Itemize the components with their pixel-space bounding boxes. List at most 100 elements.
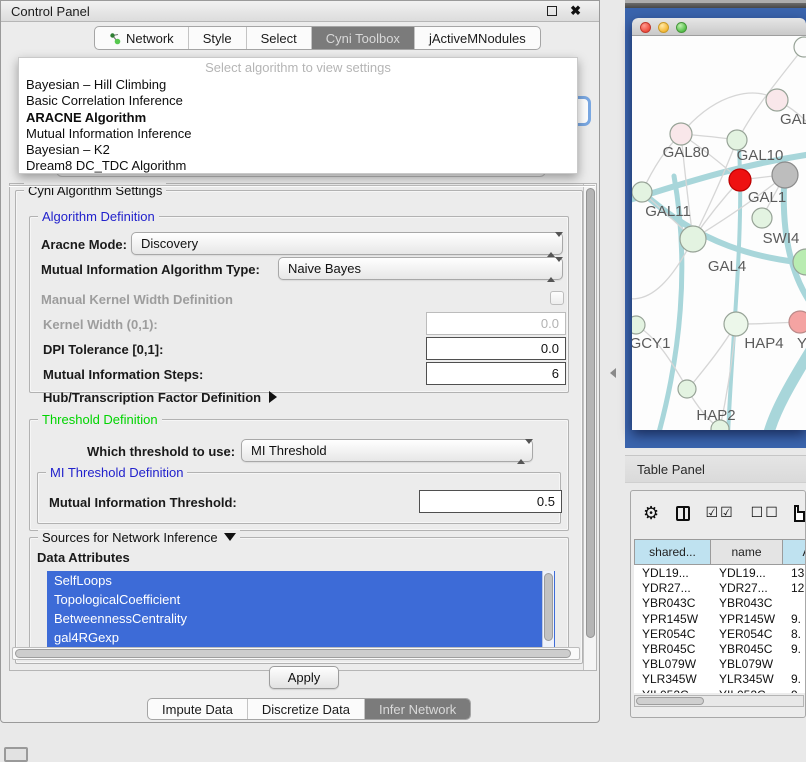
mi-threshold-field[interactable]: 0.5 [419,490,562,513]
minimize-traffic-light-icon[interactable] [658,22,669,33]
table-cell: 9. [783,611,806,626]
algorithm-option[interactable]: Dream8 DC_TDC Algorithm [19,158,577,174]
table-row[interactable]: YIL052CYIL052C9. [634,687,806,694]
tab-style[interactable]: Style [189,27,247,49]
network-node[interactable] [772,162,798,188]
network-node[interactable] [678,380,696,398]
table-cell: YBR045C [634,641,711,656]
network-node-label: GCY1 [632,335,670,352]
table-row[interactable]: YPR145WYPR145W9. [634,611,806,626]
manual-kernel-label: Manual Kernel Width Definition [41,292,233,307]
data-attributes-list[interactable]: SelfLoopsTopologicalCoefficientBetweenne… [47,571,555,647]
network-node-label: Y [797,335,806,352]
algorithm-option[interactable]: ARACNE Algorithm [19,110,577,126]
network-edge[interactable] [681,93,777,134]
attribute-item[interactable]: TopologicalCoefficient [47,590,555,609]
unchecked-boxes-icon[interactable]: ☐☐ [751,505,780,521]
attribute-item[interactable]: BetweennessCentrality [47,609,555,628]
table-row[interactable]: YDL19...YDL19...13 [634,565,806,580]
minimized-panel-icon[interactable] [4,747,28,762]
network-edge[interactable] [784,186,806,308]
column-header[interactable]: shared... [634,539,711,565]
tab-label: Select [261,31,297,46]
float-icon[interactable] [547,6,557,16]
network-node-label: GAL11 [645,203,691,220]
expanded-arrow-icon [224,533,236,541]
network-node[interactable] [680,226,706,252]
algorithm-option[interactable]: Mutual Information Inference [19,126,577,142]
network-node[interactable] [632,316,645,334]
which-threshold-combo[interactable]: MI Threshold [241,439,533,462]
algorithm-option[interactable]: Bayesian – Hill Climbing [19,77,577,93]
tab-select[interactable]: Select [247,27,312,49]
table-horizontal-scrollbar[interactable] [634,695,804,707]
table-header-row: shared...nameA [634,539,806,565]
which-threshold-label: Which threshold to use: [87,444,235,459]
settings-vertical-scrollbar[interactable] [583,184,596,670]
sources-group-title[interactable]: Sources for Network Inference [38,530,240,545]
settings-horizontal-scrollbar[interactable] [12,647,580,660]
table-row[interactable]: YBL079WYBL079W [634,656,806,671]
network-node[interactable] [670,123,692,145]
network-edge[interactable] [768,342,806,430]
gear-icon[interactable]: ⚙ [643,503,659,524]
algorithm-option[interactable]: Basic Correlation Inference [19,93,577,109]
mi-steps-field[interactable]: 6 [426,362,566,385]
attributes-list-scrollbar[interactable] [542,571,554,647]
network-node[interactable] [789,311,806,333]
network-node[interactable] [766,89,788,111]
table-cell: YIL052C [634,687,711,694]
threshold-definition-title: Threshold Definition [38,412,162,427]
manual-kernel-checkbox[interactable] [550,291,564,305]
network-canvas[interactable]: GALGAL80GAL10GAL1GAL11SWI4GAL4GCY1HAP4YH… [632,36,806,430]
screenshot-root: Control Panel ✖ NetworkStyle Select Cyni T… [0,0,806,762]
hub-definition-toggle[interactable]: Hub/Transcription Factor Definition [43,390,277,405]
table-row[interactable]: YBR043CYBR043C [634,595,806,610]
kernel-width-label: Kernel Width (0,1): [43,317,158,332]
table-row[interactable]: YDR27...YDR27...12 [634,580,806,595]
checked-boxes-icon[interactable]: ☑☑ [706,505,735,521]
network-node-label: GAL10 [737,147,784,164]
tab-impute-data[interactable]: Impute Data [148,699,248,719]
sources-title-text: Sources for Network Inference [42,530,218,545]
control-panel-titlebar: Control Panel ✖ [1,1,599,22]
tab-network[interactable]: Network [95,27,189,49]
columns-icon[interactable] [676,506,689,521]
table-row[interactable]: YLR345WYLR345W9. [634,671,806,686]
apply-button[interactable]: Apply [269,666,339,689]
tab-cyni-toolbox[interactable]: Cyni Toolbox [312,27,415,49]
attribute-item[interactable]: gal4RGexp [47,628,555,647]
close-icon[interactable]: ✖ [570,3,581,19]
zoom-traffic-light-icon[interactable] [676,22,687,33]
network-node[interactable] [724,312,748,336]
table-cell: YBL079W [634,656,711,671]
table-row[interactable]: YER054CYER054C8. [634,626,806,641]
tab-discretize-data[interactable]: Discretize Data [248,699,365,719]
panel-collapse-arrow-icon[interactable] [610,368,616,378]
column-header[interactable]: name [711,539,783,565]
tab-jactivemnodules[interactable]: jActiveMNodules [415,27,540,49]
mi-type-combo[interactable]: Naive Bayes [278,257,563,280]
network-node[interactable] [752,208,772,228]
table-row[interactable]: YBR045CYBR045C9. [634,641,806,656]
close-traffic-light-icon[interactable] [640,22,651,33]
attribute-item[interactable]: SelfLoops [47,571,555,590]
network-window-titlebar[interactable] [632,18,806,36]
network-node[interactable] [794,37,806,57]
tab-infer-network[interactable]: Infer Network [365,699,470,719]
table-cell: YER054C [634,626,711,641]
table-cell: 12 [783,580,806,595]
page-icon[interactable] [794,505,805,522]
network-node[interactable] [632,182,652,202]
network-node[interactable] [729,169,751,191]
dpi-tolerance-field[interactable]: 0.0 [426,337,566,360]
data-attributes-label: Data Attributes [37,550,130,565]
algorithm-option[interactable]: Bayesian – K2 [19,142,577,158]
network-view-frame: GALGAL80GAL10GAL1GAL11SWI4GAL4GCY1HAP4YH… [625,8,806,448]
table-cell: YPR145W [711,611,783,626]
table-cell: YDL19... [634,565,711,580]
column-header[interactable]: A [783,539,806,565]
aracne-mode-combo[interactable]: Discovery [131,232,563,255]
kernel-width-field[interactable]: 0.0 [426,312,566,335]
network-node-label: GAL4 [708,258,746,275]
